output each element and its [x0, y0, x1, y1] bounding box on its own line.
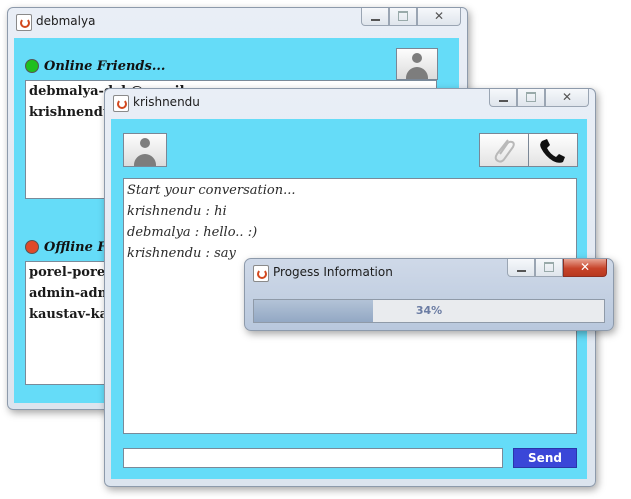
send-button[interactable]: Send [513, 448, 577, 468]
window-controls: ✕ [361, 8, 461, 26]
friends-window-titlebar[interactable]: debmalya ✕ [8, 8, 467, 38]
close-icon: ✕ [433, 9, 445, 23]
maximize-icon [398, 11, 408, 21]
progress-bar: 34% [253, 299, 605, 323]
window-controls: ✕ [489, 89, 589, 107]
attach-file-button[interactable] [479, 133, 529, 167]
close-icon: ✕ [579, 260, 591, 274]
window-controls: ✕ [507, 259, 607, 277]
maximize-icon [526, 92, 536, 102]
progress-percent-text: 34% [415, 304, 443, 317]
minimize-button[interactable] [507, 259, 535, 277]
minimize-icon [371, 19, 380, 21]
close-button[interactable]: ✕ [417, 8, 461, 26]
close-icon: ✕ [561, 90, 573, 104]
java-icon [16, 14, 32, 31]
maximize-button[interactable] [535, 259, 563, 277]
close-button[interactable]: ✕ [545, 89, 589, 107]
online-friends-label: Online Friends... [44, 59, 166, 74]
message-line: Start your conversation... [127, 183, 296, 198]
java-icon [253, 265, 269, 282]
maximize-button[interactable] [517, 89, 545, 107]
progress-dialog-title: Progess Information [273, 265, 393, 279]
java-icon [113, 95, 129, 112]
progress-dialog: Progess Information ✕ 34% [244, 258, 614, 331]
progress-dialog-titlebar[interactable]: Progess Information ✕ [245, 259, 613, 287]
minimize-icon [499, 100, 508, 102]
online-status-icon [25, 59, 39, 73]
minimize-button[interactable] [361, 8, 389, 26]
chat-window-title: krishnendu [133, 95, 200, 109]
message-line: krishnendu : hi [127, 204, 227, 219]
phone-icon [540, 139, 565, 163]
call-button[interactable] [528, 133, 578, 167]
message-input[interactable] [123, 448, 503, 468]
avatar-icon[interactable] [396, 48, 438, 80]
avatar-icon[interactable] [123, 133, 167, 167]
minimize-icon [517, 270, 526, 272]
close-button[interactable]: ✕ [563, 259, 607, 277]
paperclip-icon [494, 139, 515, 163]
maximize-button[interactable] [389, 8, 417, 26]
friends-window-title: debmalya [36, 14, 96, 28]
message-line: debmalya : hello.. :) [127, 225, 258, 240]
offline-status-icon [25, 240, 39, 254]
minimize-button[interactable] [489, 89, 517, 107]
chat-window-titlebar[interactable]: krishnendu ✕ [105, 89, 595, 119]
maximize-icon [544, 262, 554, 272]
